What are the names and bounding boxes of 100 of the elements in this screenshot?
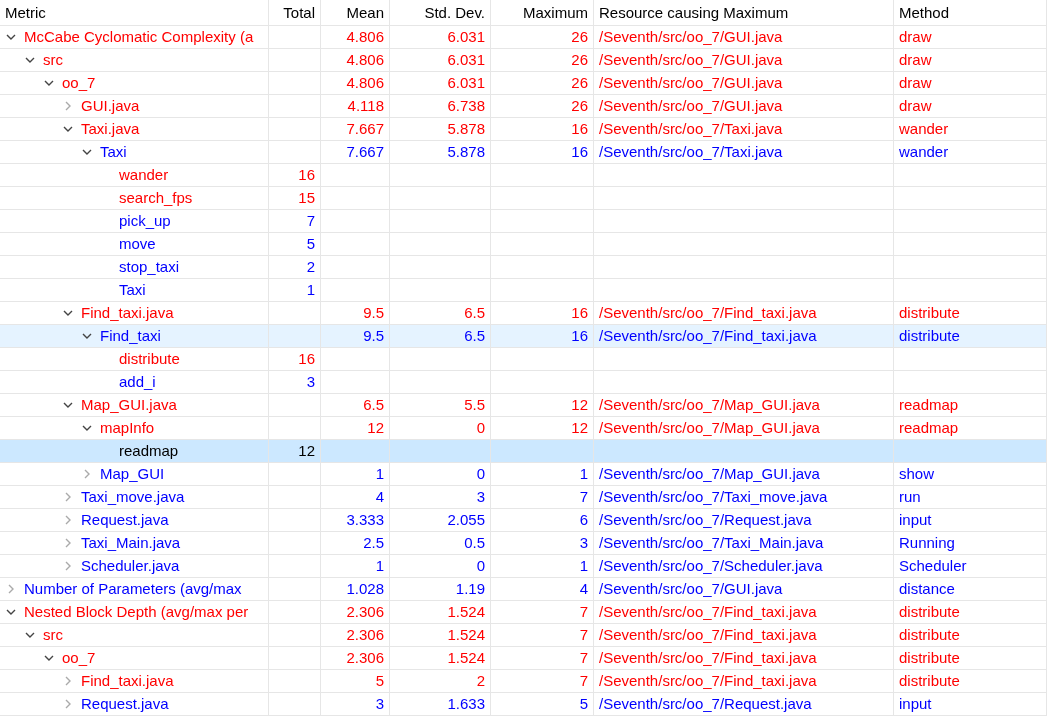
tree-row[interactable]: Map_GUI.java 6.5 5.5 12 /Seventh/src/oo_7/Map_GUI.java readmap	[0, 394, 1047, 417]
table-cell: 3.333	[346, 511, 384, 528]
table-cell: 26	[571, 97, 588, 114]
metric-name: Scheduler.java	[81, 556, 180, 576]
tree-row[interactable]: Number of Parameters (avg/max 1.028 1.19 4 /Seventh/src/oo_7/GUI.java distance	[0, 578, 1047, 601]
tree-row[interactable]: Taxi 1	[0, 279, 1047, 302]
metric-name: GUI.java	[81, 96, 140, 116]
table-cell: /Seventh/src/oo_7/GUI.java	[599, 51, 783, 68]
table-cell: 2.5	[363, 534, 384, 551]
column-header[interactable]: Std. Dev.	[390, 0, 491, 25]
table-cell: /Seventh/src/oo_7/Find_taxi.java	[599, 626, 817, 643]
table-cell: 26	[571, 51, 588, 68]
table-cell: 1.524	[447, 649, 485, 666]
table-cell: /Seventh/src/oo_7/Taxi_move.java	[599, 488, 828, 505]
tree-row[interactable]: src 2.306 1.524 7 /Seventh/src/oo_7/Find_taxi.java distribute	[0, 624, 1047, 647]
metric-name: readmap	[119, 441, 179, 461]
tree-row[interactable]: Taxi.java 7.667 5.878 16 /Seventh/src/oo_7/Taxi.java wander	[0, 118, 1047, 141]
tree-row[interactable]: Find_taxi 9.5 6.5 16 /Seventh/src/oo_7/Find_taxi.java distribute	[0, 325, 1047, 348]
table-cell: 1.19	[455, 580, 485, 597]
tree-row[interactable]: Find_taxi.java 5 2 7 /Seventh/src/oo_7/Find_taxi.java distribute	[0, 670, 1047, 693]
table-cell: /Seventh/src/oo_7/Map_GUI.java	[599, 419, 820, 436]
table-cell: 4.806	[346, 51, 384, 68]
column-header[interactable]: Method	[894, 0, 1047, 25]
column-header[interactable]: Resource causing Maximum	[594, 0, 894, 25]
tree-row[interactable]: src 4.806 6.031 26 /Seventh/src/oo_7/GUI.java draw	[0, 49, 1047, 72]
table-cell: wander	[899, 143, 949, 160]
metric-name: Nested Block Depth (avg/max per	[24, 602, 249, 622]
metric-name: Request.java	[81, 694, 169, 714]
table-cell: distribute	[899, 327, 960, 344]
tree-row[interactable]: GUI.java 4.118 6.738 26 /Seventh/src/oo_7/GUI.java draw	[0, 95, 1047, 118]
tree-row[interactable]: add_i 3	[0, 371, 1047, 394]
metric-name: Find_taxi.java	[81, 671, 174, 691]
tree-row[interactable]: Scheduler.java 1 0 1 /Seventh/src/oo_7/Scheduler.java Scheduler	[0, 555, 1047, 578]
tree-row[interactable]: McCabe Cyclomatic Complexity (a 4.806 6.031 26 /Seventh/src/oo_7/GUI.java draw	[0, 26, 1047, 49]
table-cell: 3	[306, 373, 315, 390]
table-cell: /Seventh/src/oo_7/Request.java	[599, 511, 812, 528]
column-header[interactable]: Metric	[0, 0, 269, 25]
tree-row[interactable]: oo_7 2.306 1.524 7 /Seventh/src/oo_7/Find_taxi.java distribute	[0, 647, 1047, 670]
table-cell: 7	[579, 649, 588, 666]
table-cell: 9.5	[363, 327, 384, 344]
table-cell: /Seventh/src/oo_7/Taxi.java	[599, 120, 783, 137]
tree-row[interactable]: distribute 16	[0, 348, 1047, 371]
table-cell: 1.524	[447, 603, 485, 620]
table-cell: 0	[476, 557, 485, 574]
table-cell: /Seventh/src/oo_7/Taxi_Main.java	[599, 534, 824, 551]
table-cell: 5	[375, 672, 384, 689]
table-cell: 4	[579, 580, 588, 597]
table-cell: 7	[579, 488, 588, 505]
tree-row[interactable]: readmap 12	[0, 440, 1047, 463]
table-cell: 6.5	[464, 327, 485, 344]
tree-row[interactable]: search_fps 15	[0, 187, 1047, 210]
table-cell: wander	[899, 120, 949, 137]
tree-row[interactable]: Taxi 7.667 5.878 16 /Seventh/src/oo_7/Taxi.java wander	[0, 141, 1047, 164]
table-cell: 12	[571, 419, 588, 436]
table-cell: 7.667	[346, 143, 384, 160]
metric-name: oo_7	[62, 648, 96, 668]
column-header[interactable]: Maximum	[491, 0, 594, 25]
table-cell: /Seventh/src/oo_7/Find_taxi.java	[599, 649, 817, 666]
tree-row[interactable]: Nested Block Depth (avg/max per 2.306 1.524 7 /Seventh/src/oo_7/Find_taxi.java distribute	[0, 601, 1047, 624]
metric-name: Taxi_move.java	[81, 487, 185, 507]
tree-row[interactable]: Request.java 3 1.633 5 /Seventh/src/oo_7/Request.java input	[0, 693, 1047, 716]
table-cell: 7	[306, 212, 315, 229]
table-cell: 1	[579, 557, 588, 574]
tree-row[interactable]: stop_taxi 2	[0, 256, 1047, 279]
tree-row[interactable]: Map_GUI 1 0 1 /Seventh/src/oo_7/Map_GUI.java show	[0, 463, 1047, 486]
tree-row[interactable]: Taxi_move.java 4 3 7 /Seventh/src/oo_7/Taxi_move.java run	[0, 486, 1047, 509]
metric-name: oo_7	[62, 73, 96, 93]
tree-row[interactable]: Taxi_Main.java 2.5 0.5 3 /Seventh/src/oo_7/Taxi_Main.java Running	[0, 532, 1047, 555]
column-header[interactable]: Mean	[321, 0, 390, 25]
table-cell: 4.806	[346, 74, 384, 91]
table-cell: 4.806	[346, 28, 384, 45]
metric-name: mapInfo	[100, 418, 155, 438]
table-cell: 2.055	[447, 511, 485, 528]
metric-name: Taxi.java	[81, 119, 140, 139]
table-cell: input	[899, 511, 932, 528]
table-cell: 7	[579, 672, 588, 689]
table-cell: 6	[579, 511, 588, 528]
tree-row[interactable]: pick_up 7	[0, 210, 1047, 233]
metric-name: Taxi	[119, 280, 146, 300]
table-cell: 12	[367, 419, 384, 436]
table-cell: 2	[476, 672, 485, 689]
table-cell: /Seventh/src/oo_7/GUI.java	[599, 74, 783, 91]
table-cell: Running	[899, 534, 955, 551]
metric-name: Find_taxi	[100, 326, 161, 346]
metric-name: Number of Parameters (avg/max	[24, 579, 242, 599]
tree-row[interactable]: move 5	[0, 233, 1047, 256]
table-cell: distribute	[899, 626, 960, 643]
tree-row[interactable]: wander 16	[0, 164, 1047, 187]
table-cell: 16	[571, 327, 588, 344]
tree-row[interactable]: Request.java 3.333 2.055 6 /Seventh/src/oo_7/Request.java input	[0, 509, 1047, 532]
table-cell: 2.306	[346, 649, 384, 666]
column-header[interactable]: Total	[269, 0, 321, 25]
table-cell: show	[899, 465, 935, 482]
table-cell: 2.306	[346, 626, 384, 643]
table-cell: /Seventh/src/oo_7/Map_GUI.java	[599, 396, 820, 413]
table-cell: 3	[375, 695, 384, 712]
table-cell: 16	[571, 143, 588, 160]
tree-row[interactable]: oo_7 4.806 6.031 26 /Seventh/src/oo_7/GUI.java draw	[0, 72, 1047, 95]
table-cell: /Seventh/src/oo_7/Taxi.java	[599, 143, 783, 160]
metric-name: wander	[119, 165, 169, 185]
